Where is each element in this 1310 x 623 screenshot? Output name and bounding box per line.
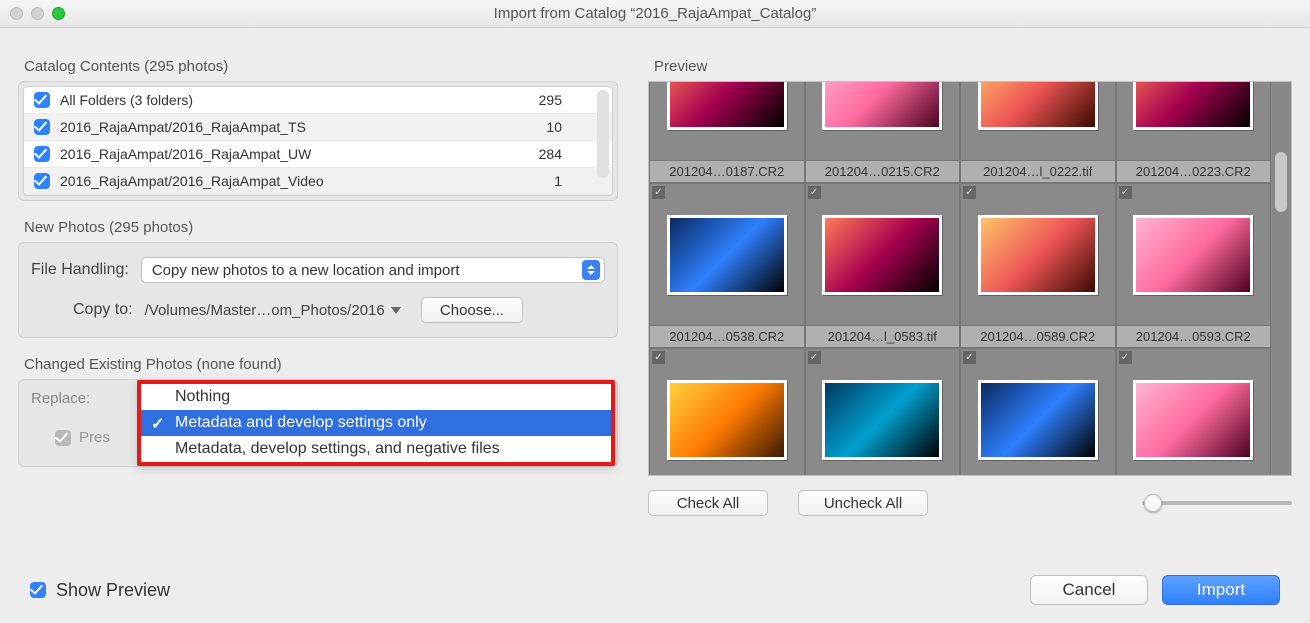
copy-to-label: Copy to: [73, 301, 133, 319]
new-photos-heading: New Photos (295 photos) [24, 219, 618, 236]
thumb-cell[interactable]: ✓ 201204…0589.CR2 [960, 183, 1116, 348]
thumb-checkbox[interactable]: ✓ [808, 186, 821, 199]
thumb-checkbox[interactable]: ✓ [1119, 351, 1132, 364]
catalog-row[interactable]: 2016_RajaAmpat/2016_RajaAmpat_Video 1 [24, 168, 612, 195]
thumbnail-size-slider[interactable] [1142, 501, 1292, 505]
replace-option-metadata-only[interactable]: Metadata and develop settings only [141, 410, 611, 436]
thumb-cell[interactable]: ✓ 201204…0187.CR2 [649, 81, 805, 183]
preserve-checkbox [55, 430, 71, 446]
select-stepper-icon [582, 260, 600, 280]
folder-count: 1 [502, 173, 562, 189]
catalog-contents-heading: Catalog Contents (295 photos) [24, 58, 618, 75]
folder-checkbox[interactable] [34, 146, 50, 162]
catalog-row[interactable]: 2016_RajaAmpat/2016_RajaAmpat_TS 10 [24, 114, 612, 141]
file-handling-label: File Handling: [31, 261, 129, 279]
folder-count: 284 [502, 146, 562, 162]
folder-name: 2016_RajaAmpat/2016_RajaAmpat_TS [60, 119, 502, 135]
thumb-cell[interactable]: ✓ 201204…0538.CR2 [649, 183, 805, 348]
thumb-checkbox[interactable]: ✓ [963, 186, 976, 199]
thumb-checkbox[interactable]: ✓ [652, 186, 665, 199]
thumb-image [822, 81, 942, 130]
catalog-row[interactable]: 2016_RajaAmpat/2016_RajaAmpat_UW 284 [24, 141, 612, 168]
thumb-image [978, 81, 1098, 130]
folder-name: 2016_RajaAmpat/2016_RajaAmpat_Video [60, 173, 502, 189]
thumb-image [978, 380, 1098, 460]
thumb-image [822, 215, 942, 295]
show-preview-toggle[interactable]: Show Preview [30, 580, 170, 601]
thumb-checkbox[interactable]: ✓ [652, 351, 665, 364]
thumb-filename: 201204…0538.CR2 [650, 325, 804, 347]
thumb-filename: 201204…0187.CR2 [650, 160, 804, 182]
choose-button[interactable]: Choose... [421, 297, 523, 323]
replace-option-metadata-and-negatives[interactable]: Metadata, develop settings, and negative… [141, 436, 611, 462]
catalog-contents-panel: All Folders (3 folders) 295 2016_RajaAmp… [18, 81, 618, 201]
folder-name: 2016_RajaAmpat/2016_RajaAmpat_UW [60, 146, 502, 162]
thumb-filename: 201204…l_0583.tif [806, 325, 960, 347]
catalog-scrollbar[interactable] [597, 90, 609, 178]
folder-count: 10 [502, 119, 562, 135]
show-preview-label: Show Preview [56, 580, 170, 601]
slider-knob[interactable] [1144, 494, 1162, 512]
thumb-cell[interactable]: ✓ 201204…0223.CR2 [1116, 81, 1272, 183]
cancel-button[interactable]: Cancel [1030, 575, 1148, 605]
folder-name: All Folders (3 folders) [60, 92, 502, 108]
folder-count: 295 [502, 92, 562, 108]
thumb-cell[interactable]: ✓ 201204…0692.CR2 [960, 348, 1116, 476]
preview-thumb-grid: ✓ 201204…0187.CR2 ✓ 201204…0215.CR2 ✓ 20… [649, 81, 1271, 476]
thumb-image [1133, 380, 1253, 460]
folder-checkbox[interactable] [34, 92, 50, 108]
folder-checkbox[interactable] [34, 173, 50, 189]
thumb-checkbox[interactable]: ✓ [963, 351, 976, 364]
thumb-cell[interactable]: ✓ 201204…0693.CR2 [1116, 348, 1272, 476]
thumb-filename: 201204…0223.CR2 [1117, 160, 1271, 182]
uncheck-all-button[interactable]: Uncheck All [798, 490, 928, 516]
show-preview-checkbox[interactable] [30, 582, 46, 598]
copy-to-path-text: /Volumes/Master…om_Photos/2016 [145, 302, 385, 319]
thumb-cell[interactable]: ✓ 201204…0215.CR2 [805, 81, 961, 183]
thumb-filename: 201204…0593.CR2 [1117, 325, 1271, 347]
replace-dropdown-menu[interactable]: Nothing Metadata and develop settings on… [137, 380, 615, 466]
preview-scrollbar[interactable] [1275, 152, 1287, 212]
thumb-image [667, 380, 787, 460]
new-photos-panel: File Handling: Copy new photos to a new … [18, 242, 618, 338]
changed-photos-panel: Replace: Pres Nothing Metadata and devel… [18, 379, 618, 467]
import-button[interactable]: Import [1162, 575, 1280, 605]
chevron-down-icon [391, 307, 401, 314]
thumb-cell[interactable]: ✓ 201204…0593.CR2 [1116, 183, 1272, 348]
thumb-cell[interactable]: ✓ 201204…l_0583.tif [805, 183, 961, 348]
catalog-row[interactable]: All Folders (3 folders) 295 [24, 87, 612, 114]
title-bar: Import from Catalog “2016_RajaAmpat_Cata… [0, 0, 1310, 28]
preserve-label: Pres [79, 429, 110, 446]
thumb-image [1133, 81, 1253, 130]
preview-heading: Preview [654, 58, 1292, 75]
copy-to-path[interactable]: /Volumes/Master…om_Photos/2016 [145, 302, 401, 319]
folder-checkbox[interactable] [34, 119, 50, 135]
changed-photos-heading: Changed Existing Photos (none found) [24, 356, 618, 373]
check-all-button[interactable]: Check All [648, 490, 768, 516]
dialog-footer: Show Preview Cancel Import [30, 575, 1280, 605]
file-handling-select[interactable]: Copy new photos to a new location and im… [141, 257, 605, 283]
thumb-filename: 201204…0589.CR2 [961, 325, 1115, 347]
window-title: Import from Catalog “2016_RajaAmpat_Cata… [0, 5, 1310, 22]
thumb-image [1133, 215, 1253, 295]
thumb-image [667, 215, 787, 295]
thumb-checkbox[interactable]: ✓ [1119, 186, 1132, 199]
replace-option-nothing[interactable]: Nothing [141, 384, 611, 410]
thumb-image [667, 81, 787, 130]
thumb-checkbox[interactable]: ✓ [808, 351, 821, 364]
catalog-folder-list[interactable]: All Folders (3 folders) 295 2016_RajaAmp… [23, 86, 613, 196]
preview-grid-frame: ✓ 201204…0187.CR2 ✓ 201204…0215.CR2 ✓ 20… [648, 81, 1292, 476]
thumb-cell[interactable]: ✓ 201204…0690.CR2 [649, 348, 805, 476]
thumb-cell[interactable]: ✓ 201204…0691.CR2 [805, 348, 961, 476]
thumb-filename: 201204…l_0222.tif [961, 160, 1115, 182]
replace-label: Replace: [31, 390, 90, 407]
thumb-filename: 201204…0215.CR2 [806, 160, 960, 182]
thumb-image [978, 215, 1098, 295]
thumb-image [822, 380, 942, 460]
file-handling-value: Copy new photos to a new location and im… [152, 262, 582, 279]
thumb-cell[interactable]: ✓ 201204…l_0222.tif [960, 81, 1116, 183]
